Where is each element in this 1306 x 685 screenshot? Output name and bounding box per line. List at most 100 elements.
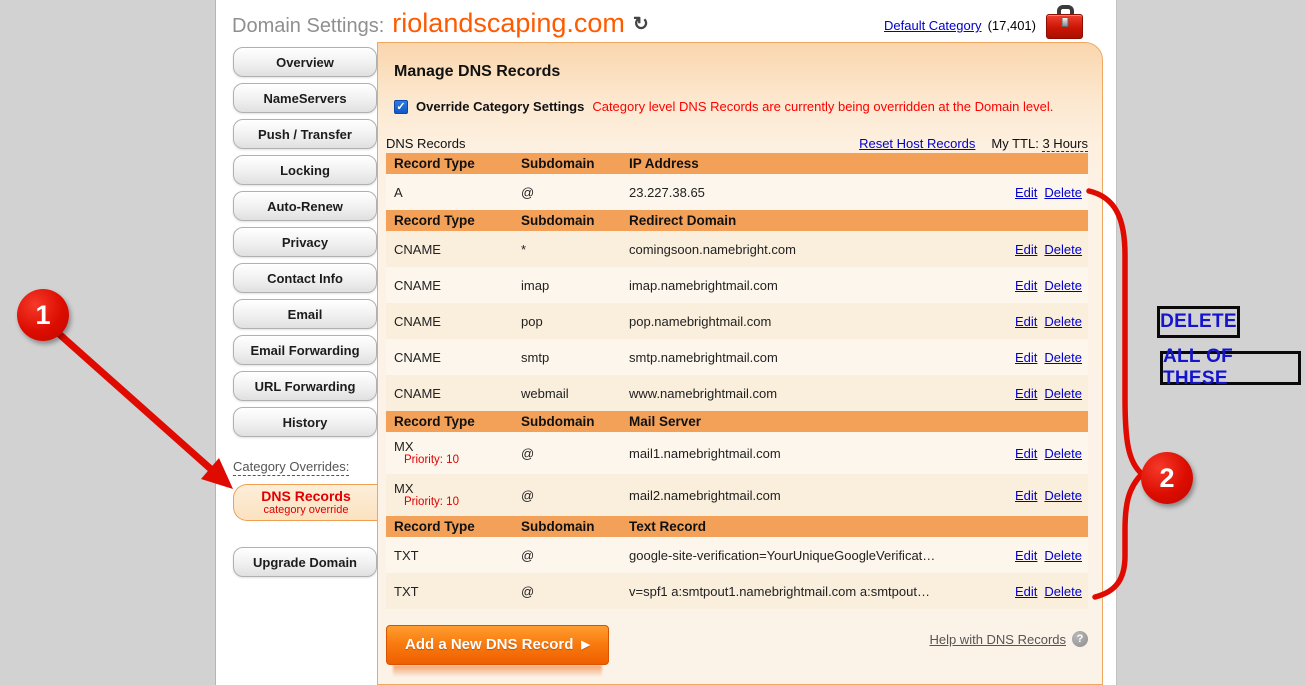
record-type-cell: A [394,185,521,200]
edit-link[interactable]: Edit [1015,488,1037,503]
row-actions: Edit Delete [1015,446,1086,461]
column-header: Subdomain [521,414,629,429]
override-row: ✓ Override Category Settings Category le… [394,99,1083,114]
edit-link[interactable]: Edit [1015,185,1037,200]
edit-link[interactable]: Edit [1015,584,1037,599]
edit-link[interactable]: Edit [1015,242,1037,257]
table-section-header: Record TypeSubdomainMail Server [386,411,1088,432]
sidebar-item-push-transfer[interactable]: Push / Transfer [233,119,377,149]
table-section-header: Record TypeSubdomainRedirect Domain [386,210,1088,231]
record-value-cell: google-site-verification=YourUniqueGoogl… [629,548,1015,563]
delete-link[interactable]: Delete [1044,584,1082,599]
row-actions: Edit Delete [1015,548,1086,563]
table-row: CNAMEwebmailwww.namebrightmail.comEditDe… [386,375,1088,411]
sidebar-item-email[interactable]: Email [233,299,377,329]
subdomain-cell: @ [521,584,629,599]
table-label: DNS Records [386,136,465,151]
record-value-cell: smtp.namebrightmail.com [629,350,1015,365]
table-toolbar: DNS Records Reset Host Records My TTL: 3… [386,136,1088,151]
default-category-link[interactable]: Default Category [884,18,982,33]
ttl-value-dropdown[interactable]: 3 Hours [1042,136,1088,152]
record-type-cell: CNAME [394,386,521,401]
table-row: CNAMEsmtpsmtp.namebrightmail.comEditDele… [386,339,1088,375]
add-dns-record-button[interactable]: Add a New DNS Record ▶ [386,625,609,665]
record-value-cell: v=spf1 a:smtpout1.namebrightmail.com a:s… [629,584,1015,599]
sidebar: Overview NameServers Push / Transfer Lockin… [233,47,377,583]
sidebar-item-locking[interactable]: Locking [233,155,377,185]
edit-link[interactable]: Edit [1015,386,1037,401]
record-value-cell: mail1.namebrightmail.com [629,446,1015,461]
record-type-cell: CNAME [394,314,521,329]
add-dns-record-label: Add a New DNS Record [405,636,573,653]
sidebar-item-upgrade-domain[interactable]: Upgrade Domain [233,547,377,577]
header-right: Default Category (17,401) [884,18,1036,33]
delete-link[interactable]: Delete [1044,548,1082,563]
question-mark-icon[interactable]: ? [1072,631,1088,647]
domain-name: riolandscaping.com [392,8,625,39]
override-checkbox[interactable]: ✓ [394,100,408,114]
edit-link[interactable]: Edit [1015,548,1037,563]
table-row: A@23.227.38.65EditDelete [386,174,1088,210]
subdomain-cell: * [521,242,629,257]
record-type-cell: CNAME [394,278,521,293]
record-type-cell: TXT [394,548,521,563]
sidebar-item-history[interactable]: History [233,407,377,437]
row-actions: Edit Delete [1015,584,1086,599]
arrow-right-icon: ▶ [581,638,589,651]
edit-link[interactable]: Edit [1015,314,1037,329]
subdomain-cell: webmail [521,386,629,401]
column-header: Record Type [394,213,521,228]
page-header: Domain Settings: riolandscaping.com ↻ [232,8,649,39]
edit-link[interactable]: Edit [1015,446,1037,461]
delete-link[interactable]: Delete [1044,386,1082,401]
record-type-cell: CNAME [394,242,521,257]
delete-link[interactable]: Delete [1044,446,1082,461]
override-warning-text: Category level DNS Records are currently… [592,99,1053,114]
help-dns-records-link[interactable]: Help with DNS Records [929,632,1066,647]
record-type-cell: CNAME [394,350,521,365]
table-row: MXPriority: 10@mail1.namebrightmail.comE… [386,432,1088,474]
table-section-header: Record TypeSubdomainText Record [386,516,1088,537]
column-header: Record Type [394,519,521,534]
sidebar-item-email-forwarding[interactable]: Email Forwarding [233,335,377,365]
record-value-cell: mail2.namebrightmail.com [629,488,1015,503]
delete-link[interactable]: Delete [1044,278,1082,293]
record-value-cell: pop.namebrightmail.com [629,314,1015,329]
override-checkbox-label[interactable]: Override Category Settings [416,99,584,114]
table-row: TXT@v=spf1 a:smtpout1.namebrightmail.com… [386,573,1088,609]
annotation-delete-label: DELETE [1157,306,1240,338]
table-row: CNAMEpoppop.namebrightmail.comEditDelete [386,303,1088,339]
subdomain-cell: @ [521,446,629,461]
column-header: Text Record [629,519,1080,534]
mx-priority: Priority: 10 [394,496,521,509]
delete-link[interactable]: Delete [1044,314,1082,329]
delete-link[interactable]: Delete [1044,185,1082,200]
sidebar-item-overview[interactable]: Overview [233,47,377,77]
sidebar-item-privacy[interactable]: Privacy [233,227,377,257]
sidebar-item-contact-info[interactable]: Contact Info [233,263,377,293]
row-actions: Edit Delete [1015,314,1086,329]
edit-link[interactable]: Edit [1015,278,1037,293]
refresh-icon[interactable]: ↻ [633,13,649,36]
sidebar-item-dns-records[interactable]: DNS Records category override [233,484,378,521]
delete-link[interactable]: Delete [1044,350,1082,365]
category-overrides-label[interactable]: Category Overrides: [233,459,349,476]
annotation-arrow-shaft [58,333,213,471]
reset-host-records-link[interactable]: Reset Host Records [859,136,975,151]
subdomain-cell: @ [521,488,629,503]
sidebar-item-nameservers[interactable]: NameServers [233,83,377,113]
sidebar-buttons: Overview NameServers Push / Transfer Lockin… [233,47,377,437]
annotation-step-2-badge: 2 [1141,452,1193,504]
record-value-cell: imap.namebrightmail.com [629,278,1015,293]
column-header: Record Type [394,156,521,171]
subdomain-cell: imap [521,278,629,293]
delete-link[interactable]: Delete [1044,242,1082,257]
sidebar-item-url-forwarding[interactable]: URL Forwarding [233,371,377,401]
sidebar-item-auto-renew[interactable]: Auto-Renew [233,191,377,221]
toolbox-clasp [1061,17,1068,27]
column-header: Subdomain [521,213,629,228]
toolbox-icon[interactable] [1046,5,1084,39]
delete-link[interactable]: Delete [1044,488,1082,503]
edit-link[interactable]: Edit [1015,350,1037,365]
table-row: TXT@google-site-verification=YourUniqueG… [386,537,1088,573]
